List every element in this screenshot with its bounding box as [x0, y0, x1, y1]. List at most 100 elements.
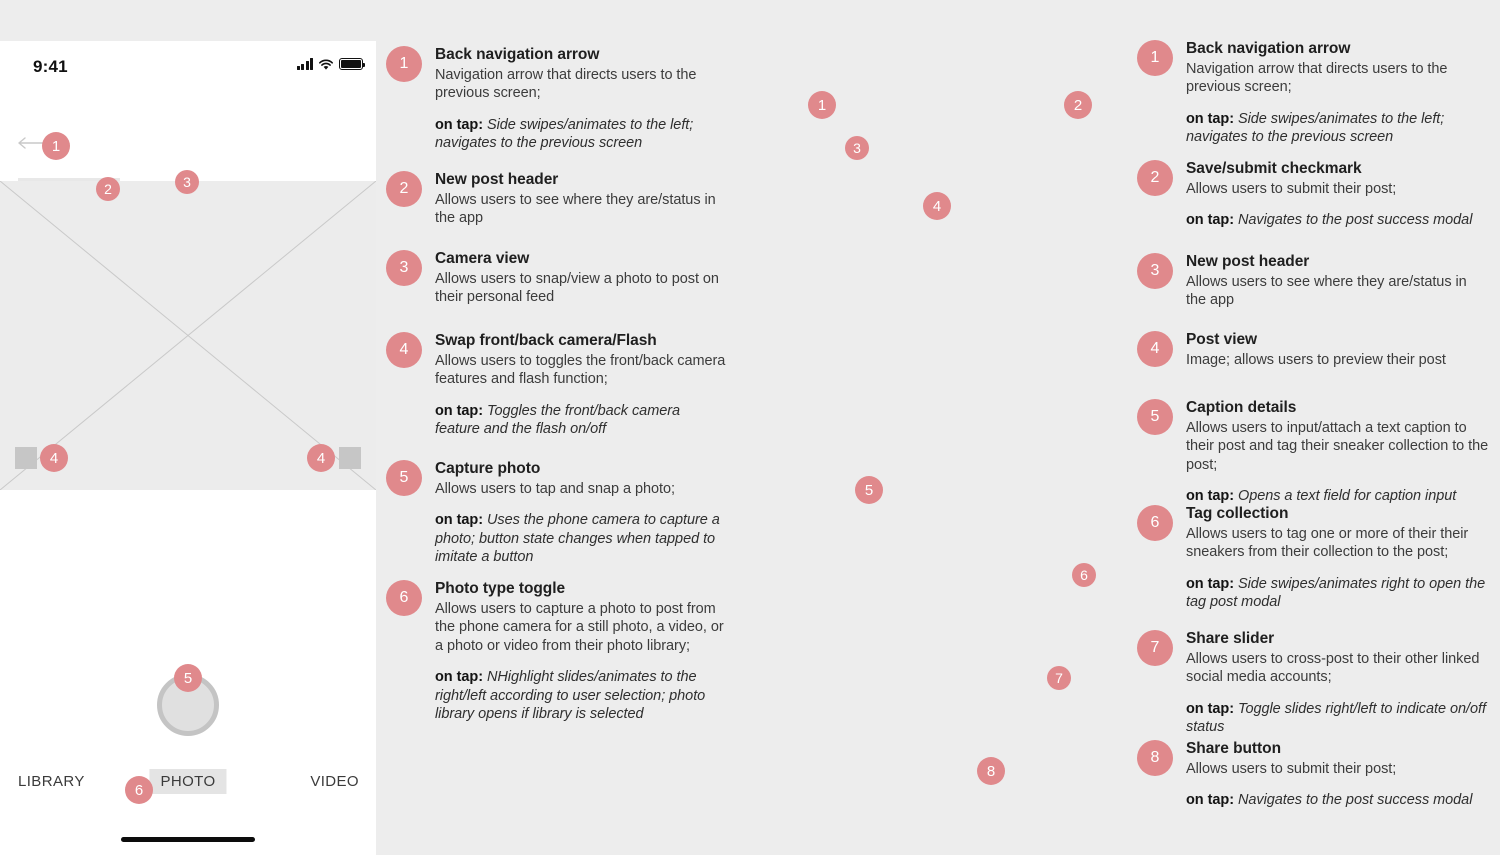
annotation-number: 3	[386, 250, 422, 286]
annotation-item: 8 Share button Allows users to submit th…	[1137, 740, 1487, 810]
annotations-post: 1 Back navigation arrow Navigation arrow…	[1125, 0, 1500, 855]
annotation-ontap: on tap: Side swipes/animates to the left…	[435, 116, 726, 153]
annotation-desc: Allows users to snap/view a photo to pos…	[435, 270, 719, 306]
annotation-title: Swap front/back camera/Flash	[435, 332, 657, 349]
annotation-item: 2 New post header Allows users to see wh…	[386, 171, 726, 228]
annotation-item: 3 Camera view Allows users to snap/view …	[386, 250, 726, 307]
mode-video[interactable]: VIDEO	[310, 773, 359, 790]
callout-badge-4-right: 4	[307, 444, 335, 472]
annotation-ontap: on tap: Toggle slides right/left to indi…	[1186, 700, 1487, 737]
flash-toggle-icon[interactable]	[15, 447, 37, 469]
annotation-desc: Allows users to see where they are/statu…	[435, 191, 716, 227]
post-screen-column: 9:41 NEW POST	[750, 0, 1125, 855]
wifi-icon	[318, 58, 334, 70]
annotation-ontap: on tap: NHighlight slides/animates to th…	[435, 668, 734, 723]
callout-badge-4: 4	[923, 192, 951, 220]
annotation-ontap-label: on tap:	[1186, 792, 1234, 809]
callout-badge-8: 8	[977, 757, 1005, 785]
phone-frame-camera: 9:41 1 NEW POST 2 3 4	[0, 41, 376, 855]
annotations-camera: 1 Back navigation arrow Navigation arrow…	[376, 0, 750, 855]
annotation-title: Share slider	[1186, 630, 1275, 647]
annotation-title: New post header	[435, 171, 559, 188]
mode-photo[interactable]: PHOTO	[149, 768, 227, 794]
annotation-item: 4 Swap front/back camera/Flash Allows us…	[386, 332, 726, 439]
annotation-ontap-label: on tap:	[1186, 700, 1234, 717]
annotation-ontap: on tap: Navigates to the post success mo…	[1186, 211, 1472, 229]
annotation-title: Photo type toggle	[435, 580, 566, 597]
annotation-number: 1	[386, 46, 422, 82]
annotation-ontap-label: on tap:	[1186, 488, 1234, 505]
annotation-desc: Allows users to submit their post;	[1186, 180, 1397, 197]
annotation-desc: Navigation arrow that directs users to t…	[1186, 60, 1448, 96]
annotation-ontap-text: Navigates to the post success modal	[1233, 212, 1473, 229]
status-bar-icons	[296, 58, 366, 70]
annotation-number: 3	[1137, 253, 1173, 289]
callout-badge-1: 1	[808, 91, 836, 119]
battery-icon	[339, 58, 366, 70]
annotation-ontap-label: on tap:	[1186, 575, 1234, 592]
swap-camera-icon[interactable]	[339, 447, 361, 469]
callout-badge-5: 5	[855, 476, 883, 504]
callout-badge-3: 3	[845, 136, 869, 160]
annotation-number: 5	[1137, 399, 1173, 435]
annotation-desc: Allows users to toggles the front/back c…	[435, 352, 726, 388]
annotation-ontap: on tap: Side swipes/animates to the left…	[1186, 110, 1487, 147]
callout-badge-1: 1	[42, 132, 70, 160]
annotation-desc: Allows users to cross-post to their othe…	[1186, 650, 1480, 686]
annotation-desc: Allows users to input/attach a text capt…	[1186, 419, 1489, 473]
callout-badge-3: 3	[175, 170, 199, 194]
annotation-item: 5 Caption details Allows users to input/…	[1137, 399, 1491, 506]
annotation-number: 5	[386, 460, 422, 496]
annotation-item: 1 Back navigation arrow Navigation arrow…	[1137, 40, 1487, 147]
annotation-desc: Image; allows users to preview their pos…	[1186, 351, 1446, 368]
annotation-item: 6 Photo type toggle Allows users to capt…	[386, 580, 734, 723]
annotation-title: Back navigation arrow	[435, 46, 600, 63]
annotation-desc: Allows users to tap and snap a photo;	[435, 480, 675, 497]
callout-badge-5: 5	[174, 664, 202, 692]
annotation-ontap-label: on tap:	[435, 669, 483, 686]
camera-screen-column: 9:41 1 NEW POST 2 3 4	[0, 0, 376, 855]
annotation-number: 6	[386, 580, 422, 616]
status-bar: 9:41	[0, 41, 376, 97]
annotation-desc: Navigation arrow that directs users to t…	[435, 66, 697, 102]
annotation-ontap-label: on tap:	[1186, 212, 1234, 229]
annotation-title: Save/submit checkmark	[1186, 160, 1362, 177]
annotation-ontap-text: Navigates to the post success modal	[1233, 792, 1473, 809]
home-indicator	[121, 837, 255, 842]
annotation-title: Share button	[1186, 740, 1281, 757]
annotation-item: 2 Save/submit checkmark Allows users to …	[1137, 160, 1487, 230]
annotation-ontap: on tap: Opens a text field for caption i…	[1186, 487, 1491, 505]
annotation-item: 6 Tag collection Allows users to tag one…	[1137, 505, 1491, 612]
callout-badge-6: 6	[1072, 563, 1096, 587]
annotation-ontap-label: on tap:	[435, 402, 483, 419]
annotation-ontap-label: on tap:	[435, 116, 483, 133]
cellular-signal-icon	[296, 58, 313, 70]
annotation-title: Caption details	[1186, 399, 1297, 416]
annotation-ontap-label: on tap:	[1186, 110, 1234, 127]
callout-badge-7: 7	[1047, 666, 1071, 690]
annotation-ontap: on tap: Uses the phone camera to capture…	[435, 511, 726, 566]
annotation-title: New post header	[1186, 253, 1310, 270]
annotation-desc: Allows users to tag one or more of their…	[1186, 525, 1469, 561]
callout-badge-2: 2	[1064, 91, 1092, 119]
annotation-number: 6	[1137, 505, 1173, 541]
annotation-ontap: on tap: Side swipes/animates right to op…	[1186, 575, 1491, 612]
annotation-desc: Allows users to submit their post;	[1186, 760, 1397, 777]
annotation-title: Back navigation arrow	[1186, 40, 1351, 57]
annotation-title: Camera view	[435, 250, 530, 267]
callout-badge-6: 6	[125, 776, 153, 804]
annotation-title: Capture photo	[435, 460, 541, 477]
mode-library[interactable]: LIBRARY	[18, 773, 85, 790]
annotation-ontap-label: on tap:	[435, 512, 483, 529]
annotation-number: 7	[1137, 630, 1173, 666]
annotation-title: Tag collection	[1186, 505, 1289, 522]
annotation-number: 4	[386, 332, 422, 368]
annotation-item: 5 Capture photo Allows users to tap and …	[386, 460, 726, 567]
annotation-number: 4	[1137, 331, 1173, 367]
annotation-number: 2	[1137, 160, 1173, 196]
annotation-list-post: 1 Back navigation arrow Navigation arrow…	[1125, 0, 1500, 855]
annotation-ontap-text: Opens a text field for caption input	[1233, 488, 1457, 505]
annotation-item: 7 Share slider Allows users to cross-pos…	[1137, 630, 1487, 737]
annotation-item: 3 New post header Allows users to see wh…	[1137, 253, 1487, 310]
status-bar-time: 9:41	[33, 57, 68, 76]
